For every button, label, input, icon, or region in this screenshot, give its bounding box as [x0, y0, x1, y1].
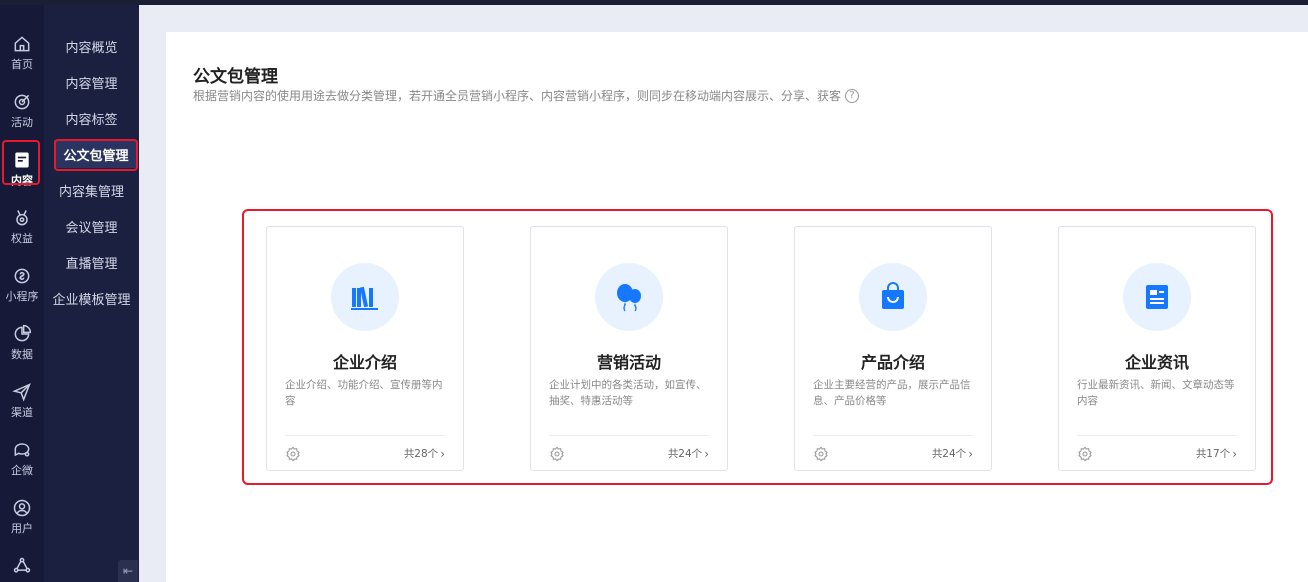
gear-icon[interactable]: [285, 446, 301, 462]
rail-item-label: 首页: [11, 58, 33, 71]
rail-item-user[interactable]: 用户: [0, 496, 44, 546]
collapse-icon: ⇤: [122, 564, 134, 578]
category-card-marketing[interactable]: 营销活动 企业计划中的各类活动，如宣传、抽奖、特惠活动等 共24个 ›: [530, 226, 728, 471]
rail-item-label: 权益: [11, 232, 33, 245]
card-title: 营销活动: [596, 353, 661, 372]
gear-icon[interactable]: [549, 446, 565, 462]
rail-item-label: 数据: [11, 348, 33, 361]
medal-icon: [16, 210, 28, 226]
shopping-bag-icon: [882, 282, 904, 309]
news-icon: [1146, 285, 1168, 309]
card-divider: [813, 435, 973, 436]
chevron-right-icon: ›: [704, 446, 709, 461]
rail-highlight-box: [2, 140, 40, 185]
gear-icon[interactable]: [813, 446, 829, 462]
card-count: 共28个: [403, 448, 439, 460]
submenu-highlight-box: [54, 139, 138, 171]
rail-item-label: 小程序: [5, 290, 39, 303]
page-title: 公文包管理: [193, 67, 278, 87]
card-icon-circle: [331, 263, 399, 331]
rail-item-activity[interactable]: 活动: [0, 90, 44, 140]
card-count: 共17个: [1195, 448, 1231, 460]
card-description: 行业最新资讯、新闻、文章动态等内容: [1077, 379, 1235, 407]
submenu-item-tags[interactable]: 内容标签: [44, 104, 139, 132]
balloons-icon: [617, 284, 641, 312]
card-divider: [285, 435, 445, 436]
user-icon: [13, 499, 31, 517]
rail-item-more[interactable]: [0, 554, 44, 582]
rail-item-home[interactable]: 首页: [0, 32, 44, 82]
submenu-item-templates[interactable]: 企业模板管理: [44, 284, 139, 312]
card-title: 企业资讯: [1124, 353, 1189, 372]
chevron-right-icon: ›: [1232, 446, 1237, 461]
card-icon-circle: [859, 263, 927, 331]
pie-chart-icon: [14, 324, 32, 342]
category-card-product[interactable]: 产品介绍 企业主要经营的产品，展示产品信息、产品价格等 共24个 ›: [794, 226, 992, 471]
category-card-company[interactable]: 企业介绍 企业介绍、功能介绍、宣传册等内容 共28个 ›: [266, 226, 464, 471]
books-icon: [351, 286, 378, 310]
rail-item-label: 用户: [11, 522, 33, 535]
card-icon-circle: [1123, 263, 1191, 331]
rail-item-label: 活动: [11, 116, 33, 129]
card-title: 企业介绍: [332, 353, 397, 372]
rail-item-wecom[interactable]: 企微: [0, 438, 44, 488]
card-description: 企业介绍、功能介绍、宣传册等内容: [285, 379, 443, 407]
target-icon: [14, 94, 30, 110]
chevron-right-icon: ›: [440, 446, 445, 461]
rail-item-miniprogram[interactable]: 小程序: [0, 264, 44, 314]
rail-item-data[interactable]: 数据: [0, 322, 44, 372]
submenu-item-meetings[interactable]: 会议管理: [44, 212, 139, 240]
submenu-item-live[interactable]: 直播管理: [44, 248, 139, 276]
rail-item-label: 渠道: [11, 406, 33, 419]
page-description-text: 根据营销内容的使用用途去做分类管理，若开通全员营销小程序、内容营销小程序，则同步…: [193, 89, 842, 103]
submenu-item-overview[interactable]: 内容概览: [44, 32, 139, 60]
gear-icon[interactable]: [1077, 446, 1093, 462]
category-card-news[interactable]: 企业资讯 行业最新资讯、新闻、文章动态等内容 共17个 ›: [1058, 226, 1256, 471]
send-icon: [12, 383, 31, 402]
page-description: 根据营销内容的使用用途去做分类管理，若开通全员营销小程序、内容营销小程序，则同步…: [193, 87, 860, 104]
rail-item-label: 企微: [11, 464, 33, 477]
card-count-link[interactable]: 共28个 ›: [404, 446, 445, 461]
rail-item-channel[interactable]: 渠道: [0, 380, 44, 430]
card-description: 企业主要经营的产品，展示产品信息、产品价格等: [813, 379, 971, 407]
submenu-item-collections[interactable]: 内容集管理: [44, 176, 139, 204]
chevron-right-icon: ›: [968, 446, 973, 461]
card-divider: [1077, 435, 1237, 436]
card-title: 产品介绍: [860, 353, 925, 372]
card-count-link[interactable]: 共24个 ›: [668, 446, 709, 461]
card-description: 企业计划中的各类活动，如宣传、抽奖、特惠活动等: [549, 379, 707, 407]
help-icon[interactable]: ?: [845, 88, 860, 103]
card-divider: [549, 435, 709, 436]
share-icon: [13, 557, 31, 573]
card-count-link[interactable]: 共17个 ›: [1196, 446, 1237, 461]
collapse-button[interactable]: ⇤: [118, 560, 138, 582]
link-icon: [14, 268, 30, 284]
card-count: 共24个: [667, 448, 703, 460]
rail-item-benefits[interactable]: 权益: [0, 206, 44, 256]
submenu-item-management[interactable]: 内容管理: [44, 68, 139, 96]
top-bar: [0, 0, 1308, 5]
card-count: 共24个: [931, 448, 967, 460]
icon-rail: 首页 活动 内容 权益 小程序 数据 渠道 企微 用户: [0, 5, 44, 582]
card-count-link[interactable]: 共24个 ›: [932, 446, 973, 461]
card-icon-circle: [595, 263, 663, 331]
sub-menu: 内容概览 内容管理 内容标签 公文包管理 内容集管理 会议管理 直播管理 企业模…: [44, 5, 139, 582]
chat-icon: [14, 443, 30, 457]
home-icon: [14, 36, 30, 52]
